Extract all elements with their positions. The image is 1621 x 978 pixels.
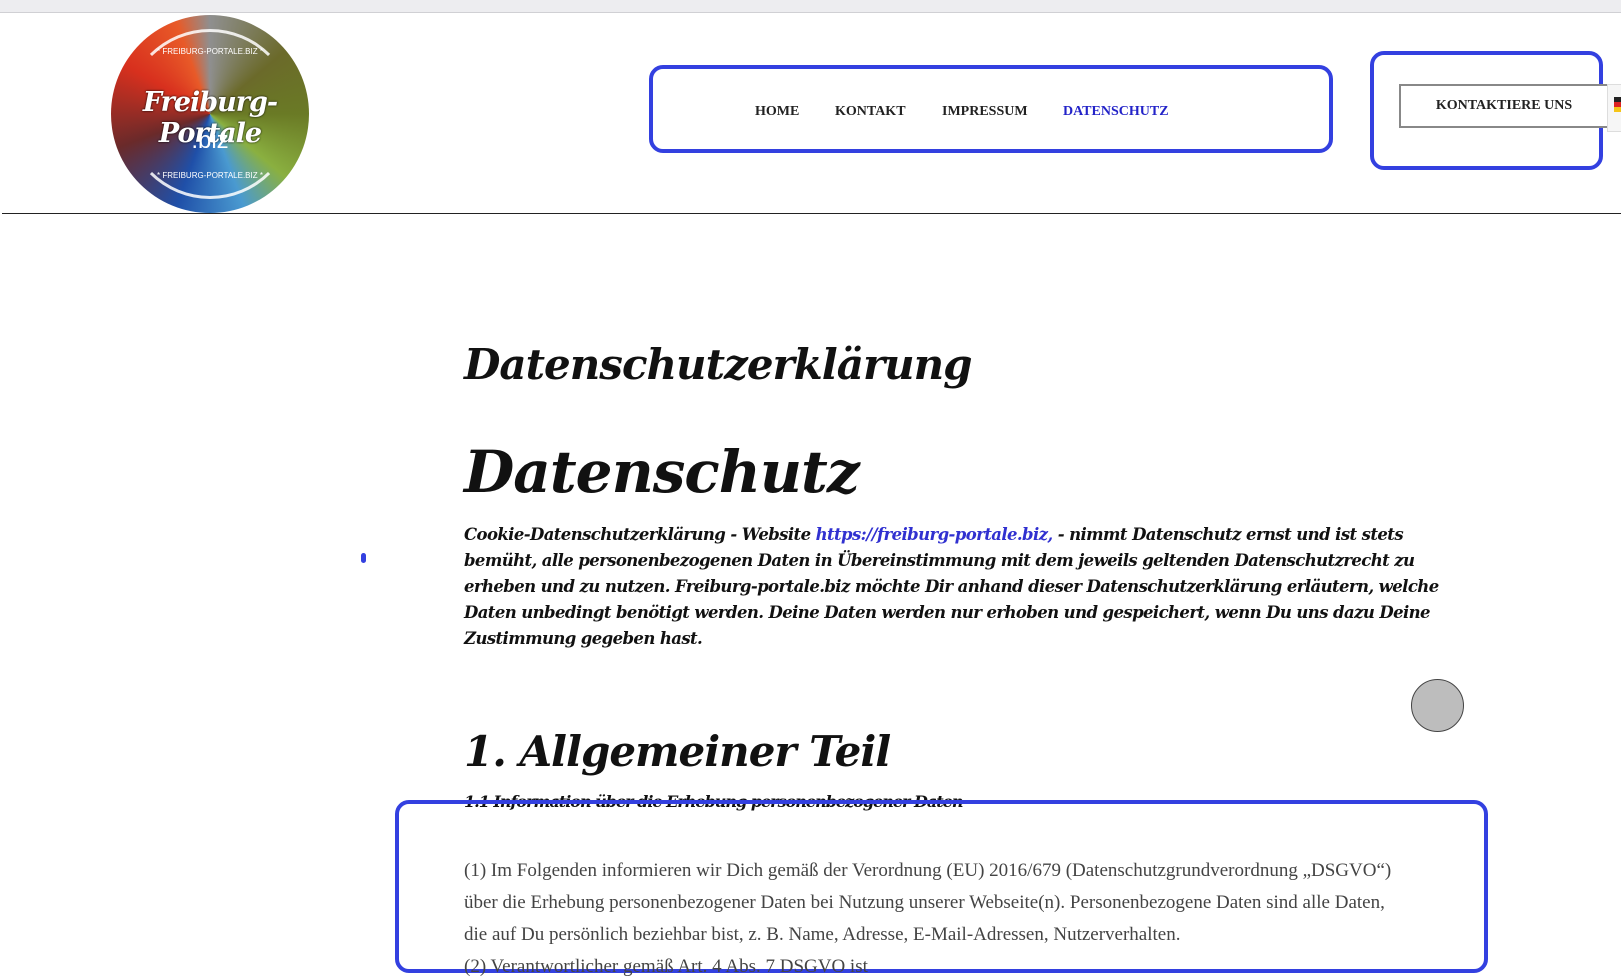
website-link[interactable]: https://freiburg-portale.biz, (816, 525, 1054, 544)
nav-datenschutz[interactable]: DATENSCHUTZ (1063, 104, 1169, 120)
cursor-marker (361, 553, 366, 563)
intro-paragraph: Cookie-Datenschutzerklärung - Website ht… (464, 522, 1464, 652)
logo-ring-bottom-text: * FREIBURG-PORTALE.BIZ * (157, 171, 263, 180)
paragraph-line: über die Erhebung personenbezogener Date… (464, 892, 1385, 913)
site-logo[interactable]: * FREIBURG-PORTALE.BIZ * Freiburg-Portal… (111, 15, 309, 213)
logo-ring-top-text: * FREIBURG-PORTALE.BIZ * (157, 47, 263, 56)
browser-top-strip (0, 0, 1621, 13)
nav-home[interactable]: HOME (755, 104, 799, 120)
german-flag-icon[interactable] (1607, 84, 1621, 132)
floating-action-button[interactable] (1411, 679, 1464, 732)
page-title: Datenschutzerklärung (464, 340, 973, 389)
logo-suffix: .biz (191, 127, 229, 154)
intro-prefix: Cookie-Datenschutzerklärung - Website (464, 525, 816, 544)
nav-impressum[interactable]: IMPRESSUM (942, 104, 1028, 120)
header-divider (2, 213, 1621, 214)
paragraph-line: die auf Du persönlich beziehbar bist, z.… (464, 924, 1181, 945)
section-heading-allgemeiner-teil: 1. Allgemeiner Teil (464, 727, 891, 776)
nav-kontakt[interactable]: KONTAKT (835, 104, 906, 120)
section-heading-datenschutz: Datenschutz (464, 438, 860, 506)
paragraph-highlight-box (395, 800, 1488, 973)
paragraph-line: (1) Im Folgenden informieren wir Dich ge… (464, 860, 1392, 881)
contact-us-button[interactable]: KONTAKTIERE UNS (1399, 84, 1609, 128)
